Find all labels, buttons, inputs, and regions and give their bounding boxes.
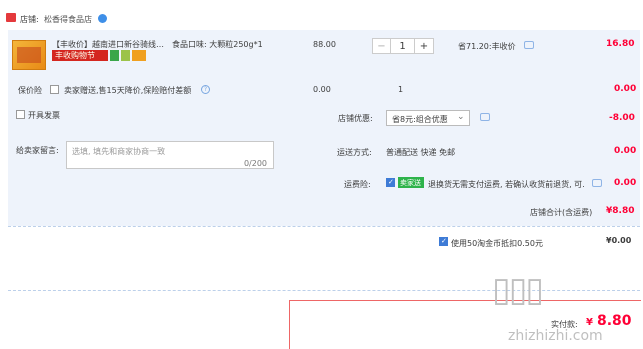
item-subtotal: 16.80 — [606, 39, 635, 49]
message-label: 给卖家留言: — [16, 146, 59, 155]
coupon-amount: -8.00 — [609, 113, 635, 123]
save-text: 省71.20:丰收价 — [458, 42, 516, 51]
product-thumbnail[interactable] — [12, 40, 46, 70]
promo-tag: 丰收购物节 — [52, 50, 108, 61]
item-unit-price: 88.00 — [313, 40, 336, 49]
delivery-label: 运送方式: — [337, 148, 372, 157]
insurance-tag: 卖家送 — [398, 177, 424, 188]
final-amount: 8.80 — [597, 313, 632, 329]
message-placeholder: 选填, 填先和商家协商一致 — [72, 147, 166, 156]
service-label: 保价险 — [18, 86, 42, 95]
watermark-logo: ▯▯▯ — [492, 270, 544, 310]
service-qty: 1 — [398, 85, 404, 94]
points-amount: ¥0.00 — [606, 236, 632, 245]
info-chat-icon[interactable] — [524, 41, 534, 49]
final-currency: ¥ — [586, 317, 593, 328]
shop-label: 店铺: — [20, 15, 39, 24]
insurance-amount: 0.00 — [614, 178, 637, 188]
insurance-text: 退换货无需支付运费, 若确认收货前退货, 可... — [428, 180, 584, 189]
shop-total-amount: ¥8.80 — [606, 206, 635, 216]
item-title-link[interactable]: 【丰收价】越南进口新谷骑线… — [52, 39, 166, 50]
coupon-selected-value: 省8元:组合优惠 — [392, 115, 448, 124]
service-price: 0.00 — [313, 85, 331, 94]
chevron-down-icon: ⌄ — [457, 112, 465, 122]
wangwang-icon[interactable] — [98, 14, 107, 23]
insurance-label: 运费险: — [344, 180, 371, 189]
invoice-checkbox[interactable] — [16, 110, 25, 119]
insurance-chat-icon[interactable] — [592, 179, 602, 187]
invoice-label: 开具发票 — [28, 111, 60, 120]
help-icon[interactable]: ? — [201, 85, 210, 94]
divider — [8, 290, 640, 291]
message-textarea[interactable]: 选填, 填先和商家协商一致 0/200 — [66, 141, 274, 169]
watermark-text: zhizhizhi.com — [508, 328, 603, 344]
points-text: 使用50淘金币抵扣0.50元 — [451, 239, 543, 248]
shop-total-label: 店铺合计(含运费) — [530, 208, 593, 217]
coupon-label: 店铺优惠: — [338, 114, 373, 123]
coupon-chat-icon[interactable] — [480, 113, 490, 121]
increase-button[interactable]: + — [415, 39, 433, 53]
service-checkbox[interactable] — [50, 85, 59, 94]
service-total: 0.00 — [614, 84, 637, 94]
insurance-checkbox[interactable] — [386, 178, 395, 187]
message-counter: 0/200 — [243, 159, 267, 168]
quantity-input[interactable]: 1 — [391, 39, 415, 53]
item-attr: 食品口味: 大颗粒250g*1 — [172, 40, 263, 49]
decrease-button[interactable]: − — [373, 39, 391, 53]
service-text: 卖家赠送,售15天降价,保险赔付差额 — [64, 86, 192, 95]
badge-icon-2 — [121, 50, 130, 61]
points-checkbox[interactable] — [439, 237, 448, 246]
divider — [8, 226, 640, 227]
badge-icon-3 — [132, 50, 146, 61]
delivery-amount: 0.00 — [614, 146, 637, 156]
badge-icon-1 — [110, 50, 119, 61]
coupon-select[interactable]: 省8元:组合优惠 ⌄ — [386, 110, 470, 126]
quantity-stepper[interactable]: − 1 + — [372, 38, 434, 54]
shop-icon — [6, 13, 16, 22]
delivery-value: 普通配送 快递 免邮 — [386, 148, 456, 157]
shop-name-link[interactable]: 松香得食品店 — [44, 14, 92, 25]
